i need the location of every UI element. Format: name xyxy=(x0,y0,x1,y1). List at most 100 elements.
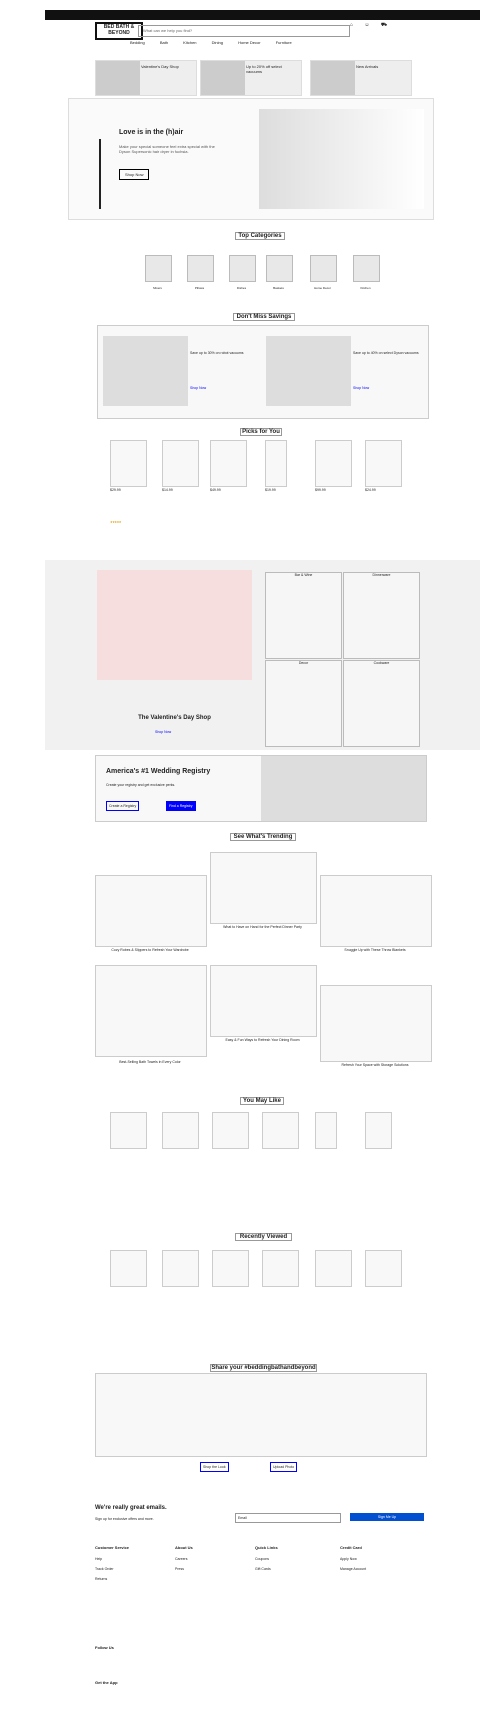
category-label[interactable]: Baskets xyxy=(266,286,291,290)
promo-title: Up to 20% off select vacuums xyxy=(246,64,282,74)
valentine-tile[interactable]: Dinnerware xyxy=(343,572,420,659)
search-input[interactable]: What can we help you find? xyxy=(138,25,350,37)
footer-link[interactable]: Coupons xyxy=(255,1555,269,1564)
category-label[interactable]: Pillows xyxy=(187,286,212,290)
footer-link[interactable]: Careers xyxy=(175,1555,187,1564)
product-image[interactable] xyxy=(365,1112,392,1149)
tile-label: Cookware xyxy=(373,661,390,665)
footer-link[interactable]: Press xyxy=(175,1565,184,1574)
category-label[interactable]: Mixers xyxy=(145,286,170,290)
recently-viewed-row xyxy=(110,1250,402,1320)
nav-item[interactable]: Furniture xyxy=(276,40,292,45)
create-registry-button[interactable]: Create a Registry xyxy=(106,801,140,811)
category-image[interactable] xyxy=(266,255,293,282)
email-input[interactable]: Email xyxy=(235,1513,341,1523)
promo-title: New Arrivals xyxy=(356,64,379,69)
social-gallery[interactable] xyxy=(95,1373,427,1457)
valentine-image[interactable] xyxy=(97,570,252,680)
trending-caption[interactable]: Easy & Fun Ways to Refresh Your Dining R… xyxy=(210,1038,315,1042)
product-image[interactable] xyxy=(210,440,247,487)
product-image[interactable] xyxy=(110,1112,147,1149)
trending-image[interactable] xyxy=(95,965,207,1057)
signup-button[interactable]: Sign Me Up xyxy=(350,1513,424,1521)
product-image[interactable] xyxy=(265,440,287,487)
category-image[interactable] xyxy=(310,255,337,282)
valentine-link[interactable]: Shop Now xyxy=(155,730,171,734)
trending-image[interactable] xyxy=(320,875,432,947)
deal-link[interactable]: Shop Now xyxy=(353,386,369,390)
trending-image[interactable] xyxy=(210,852,317,924)
category-image[interactable] xyxy=(353,255,380,282)
product-image[interactable] xyxy=(162,440,199,487)
footer-link[interactable]: Manage Account xyxy=(340,1565,366,1574)
hero-image xyxy=(259,109,424,209)
store-icon[interactable]: ⌂ xyxy=(350,22,353,28)
nav-item[interactable]: Dining xyxy=(212,40,223,45)
product-image[interactable] xyxy=(315,440,352,487)
promo-card[interactable]: New Arrivals xyxy=(310,60,412,96)
product-image[interactable] xyxy=(315,1112,337,1149)
category-image[interactable] xyxy=(229,255,256,282)
valentine-tile[interactable]: Decor xyxy=(265,660,342,747)
shop-look-button[interactable]: Shop the Look xyxy=(200,1462,229,1472)
footer-link[interactable]: Gift Cards xyxy=(255,1565,271,1574)
promo-title: Valentine's Day Shop xyxy=(141,64,179,69)
product-image[interactable] xyxy=(262,1250,299,1287)
registry-body: Create your registry and get exclusive p… xyxy=(106,783,176,787)
product-image[interactable] xyxy=(212,1250,249,1287)
product-image[interactable] xyxy=(110,440,147,487)
footer-link[interactable]: Help xyxy=(95,1555,102,1564)
product-image[interactable] xyxy=(365,440,402,487)
nav-item[interactable]: Kitchen xyxy=(183,40,196,45)
site-logo[interactable]: BED BATH & BEYOND xyxy=(95,22,143,40)
deal-image[interactable] xyxy=(266,336,351,406)
follow-title: Follow Us xyxy=(95,1645,114,1650)
product-image[interactable] xyxy=(162,1112,199,1149)
valentine-tile[interactable]: Cookware xyxy=(343,660,420,747)
top-link[interactable]: Find a Store xyxy=(412,21,434,26)
product-price: $19.99 xyxy=(265,488,276,492)
product-image[interactable] xyxy=(212,1112,249,1149)
deal-image[interactable] xyxy=(103,336,188,406)
hero-shop-button[interactable]: Shop Now xyxy=(119,169,150,180)
product-price: $29.99 xyxy=(110,488,121,492)
trending-caption[interactable]: Best-Selling Bath Towels in Every Color xyxy=(95,1060,205,1064)
promo-card[interactable]: Valentine's Day Shop xyxy=(95,60,197,96)
trending-image[interactable] xyxy=(95,875,207,947)
trending-caption[interactable]: Snuggle Up with These Throw Blankets xyxy=(320,948,430,952)
category-label[interactable]: Dishes xyxy=(229,286,254,290)
cart-icon[interactable]: ⛟ xyxy=(381,22,387,28)
category-label[interactable]: Home Decor xyxy=(310,286,335,290)
category-label[interactable]: Kitchen xyxy=(353,286,378,290)
footer-link[interactable]: Apply Now xyxy=(340,1555,357,1564)
category-image[interactable] xyxy=(187,255,214,282)
nav-item[interactable]: Home Decor xyxy=(238,40,260,45)
category-image[interactable] xyxy=(145,255,172,282)
trending-image[interactable] xyxy=(320,985,432,1062)
product-image[interactable] xyxy=(365,1250,402,1287)
product-image[interactable] xyxy=(162,1250,199,1287)
trending-caption[interactable]: What to Have on Hand for the Perfect Din… xyxy=(210,925,315,929)
trending-caption[interactable]: Cozy Robes & Slippers to Refresh Your Wa… xyxy=(95,948,205,952)
trending-image[interactable] xyxy=(210,965,317,1037)
deal-link[interactable]: Shop Now xyxy=(190,386,206,390)
registry-banner: America's #1 Wedding Registry Create you… xyxy=(95,755,427,822)
footer-link[interactable]: Returns xyxy=(95,1575,107,1584)
dont-miss-title: Don't Miss Savings xyxy=(233,313,295,321)
upload-photo-button[interactable]: Upload Photo xyxy=(270,1462,298,1472)
tile-label: Bar & Wine xyxy=(294,573,313,577)
promo-card[interactable]: Up to 20% off select vacuums xyxy=(200,60,302,96)
valentine-tile[interactable]: Bar & Wine xyxy=(265,572,342,659)
nav-item[interactable]: Bath xyxy=(160,40,168,45)
find-registry-button[interactable]: Find a Registry xyxy=(166,801,196,811)
header-icons: ⌂ ☺ ⛟ xyxy=(350,22,387,29)
nav-item[interactable]: Bedding xyxy=(130,40,145,45)
footer-link[interactable]: Track Order xyxy=(95,1565,114,1574)
registry-title: America's #1 Wedding Registry xyxy=(106,768,211,775)
product-image[interactable] xyxy=(315,1250,352,1287)
trending-caption[interactable]: Refresh Your Space with Storage Solution… xyxy=(320,1063,430,1067)
account-icon[interactable]: ☺ xyxy=(364,22,369,28)
product-image[interactable] xyxy=(262,1112,299,1149)
product-price: $14.99 xyxy=(162,488,173,492)
product-image[interactable] xyxy=(110,1250,147,1287)
